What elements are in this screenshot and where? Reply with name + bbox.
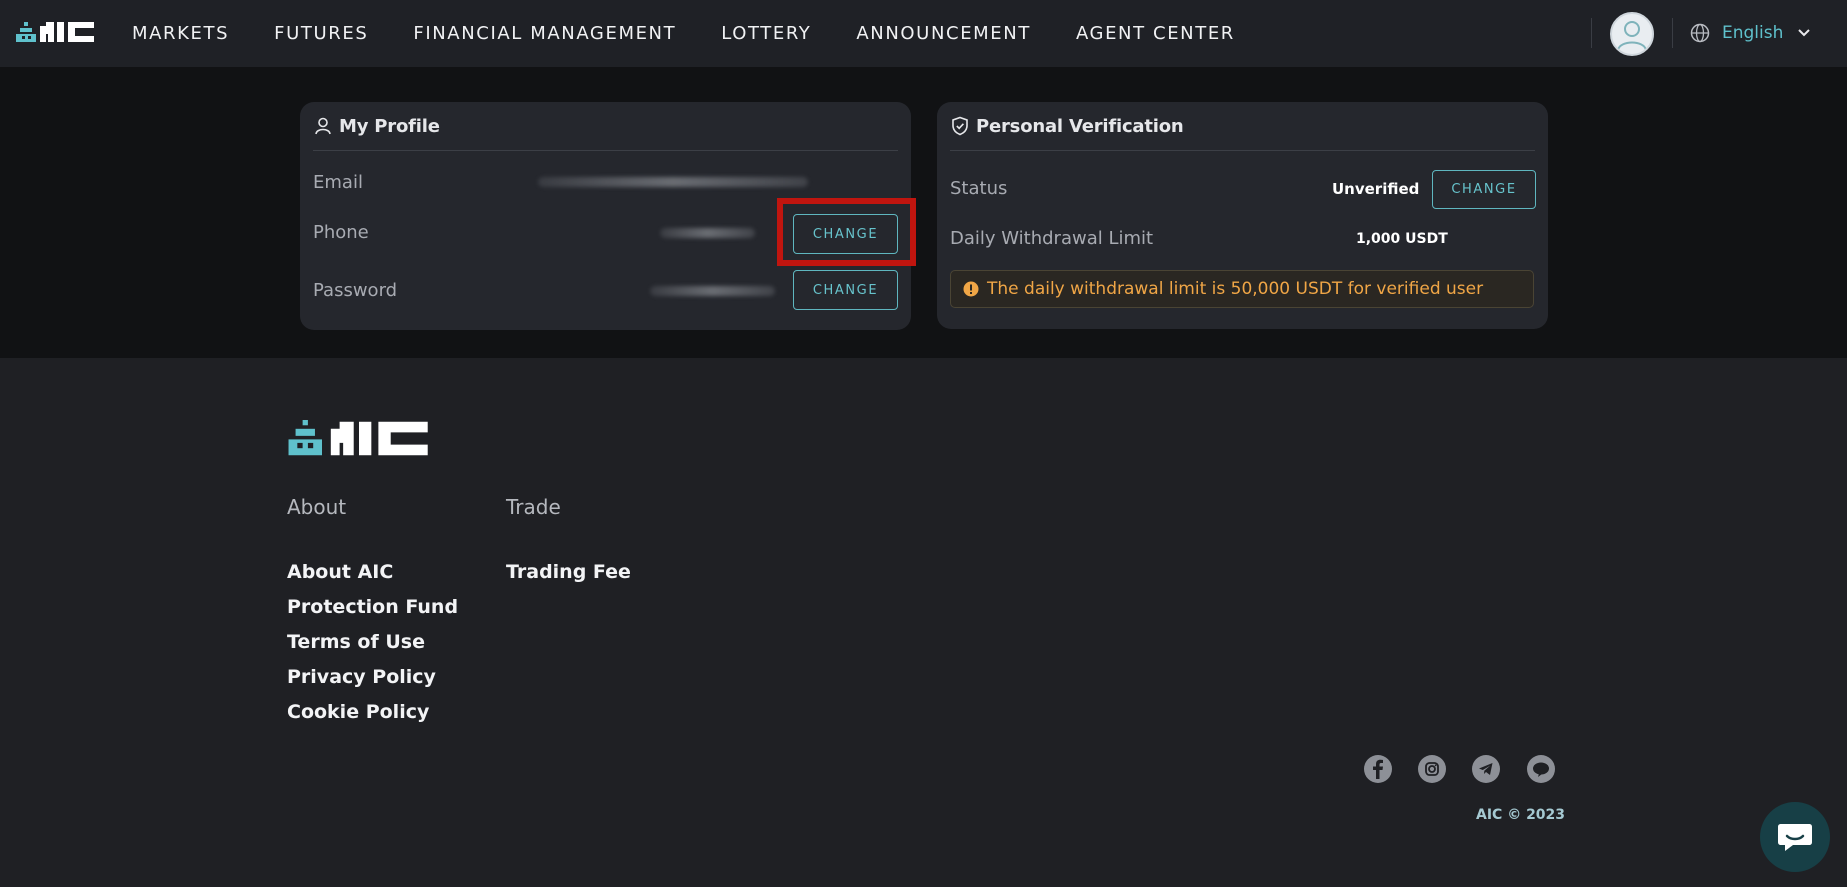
chat-support-button[interactable]: [1760, 802, 1830, 872]
user-avatar[interactable]: [1610, 12, 1654, 56]
footer: About Trade About AIC Protection Fund Te…: [0, 358, 1847, 887]
footer-link-about-aic[interactable]: About AIC: [287, 561, 393, 583]
top-navbar: MARKETS FUTURES FINANCIAL MANAGEMENT LOT…: [0, 0, 1847, 67]
facebook-glyph: [1373, 759, 1383, 779]
nav-financial-management[interactable]: FINANCIAL MANAGEMENT: [413, 23, 676, 44]
nav-markets[interactable]: MARKETS: [132, 23, 229, 44]
footer-link-terms-of-use[interactable]: Terms of Use: [287, 631, 425, 653]
line-icon[interactable]: [1527, 755, 1555, 783]
language-label: English: [1722, 23, 1784, 43]
daily-withdrawal-limit-label: Daily Withdrawal Limit: [950, 228, 1154, 249]
telegram-glyph: [1479, 763, 1493, 775]
instagram-glyph: [1425, 762, 1439, 776]
personal-verification-title: Personal Verification: [976, 115, 1184, 137]
shield-check-icon: [952, 116, 968, 136]
password-value-redacted: [650, 286, 775, 296]
my-profile-title: My Profile: [339, 115, 440, 137]
daily-withdrawal-limit-value: 1,000 USDT: [1356, 231, 1448, 247]
nav-divider: [1591, 18, 1592, 48]
language-selector[interactable]: English: [1690, 20, 1811, 46]
chat-bubble-icon: [1778, 824, 1812, 851]
phone-value-redacted: [660, 228, 755, 238]
instagram-icon[interactable]: [1418, 755, 1446, 783]
email-label: Email: [313, 172, 363, 193]
user-icon: [315, 117, 331, 135]
change-status-button[interactable]: CHANGE: [1432, 170, 1536, 209]
line-glyph: [1533, 762, 1549, 777]
telegram-icon[interactable]: [1472, 755, 1500, 783]
email-value-redacted: [538, 177, 808, 187]
warning-icon: [963, 281, 979, 297]
personal-verification-header: Personal Verification: [950, 102, 1535, 151]
status-value: Unverified: [1332, 180, 1420, 198]
password-label: Password: [313, 280, 398, 301]
nav-announcement[interactable]: ANNOUNCEMENT: [856, 23, 1031, 44]
footer-heading-trade: Trade: [506, 495, 561, 519]
aic-footer-logo[interactable]: [287, 420, 431, 457]
footer-link-privacy-policy[interactable]: Privacy Policy: [287, 666, 436, 688]
footer-heading-about: About: [287, 495, 347, 519]
nav-lottery[interactable]: LOTTERY: [721, 23, 811, 44]
withdrawal-limit-notice: The daily withdrawal limit is 50,000 USD…: [950, 270, 1534, 308]
personal-verification-card: Personal Verification Status Unverified …: [937, 102, 1548, 329]
change-password-button[interactable]: CHANGE: [793, 270, 898, 310]
footer-link-protection-fund[interactable]: Protection Fund: [287, 596, 458, 618]
footer-link-trading-fee[interactable]: Trading Fee: [506, 561, 631, 583]
user-avatar-icon: [1617, 21, 1647, 51]
withdrawal-limit-notice-text: The daily withdrawal limit is 50,000 USD…: [987, 279, 1484, 299]
nav-futures[interactable]: FUTURES: [274, 23, 368, 44]
highlight-annotation: [777, 198, 916, 266]
footer-link-cookie-policy[interactable]: Cookie Policy: [287, 701, 429, 723]
account-section: [0, 67, 1847, 358]
phone-label: Phone: [313, 222, 369, 243]
nav-agent-center[interactable]: AGENT CENTER: [1076, 23, 1235, 44]
globe-icon: [1690, 23, 1710, 43]
copyright-text: AIC © 2023: [1476, 807, 1566, 823]
my-profile-header: My Profile: [313, 102, 898, 151]
chevron-down-icon: [1798, 29, 1811, 37]
facebook-icon[interactable]: [1364, 755, 1392, 783]
aic-logo[interactable]: [16, 20, 96, 44]
nav-divider: [1672, 18, 1673, 48]
status-label: Status: [950, 178, 1008, 199]
